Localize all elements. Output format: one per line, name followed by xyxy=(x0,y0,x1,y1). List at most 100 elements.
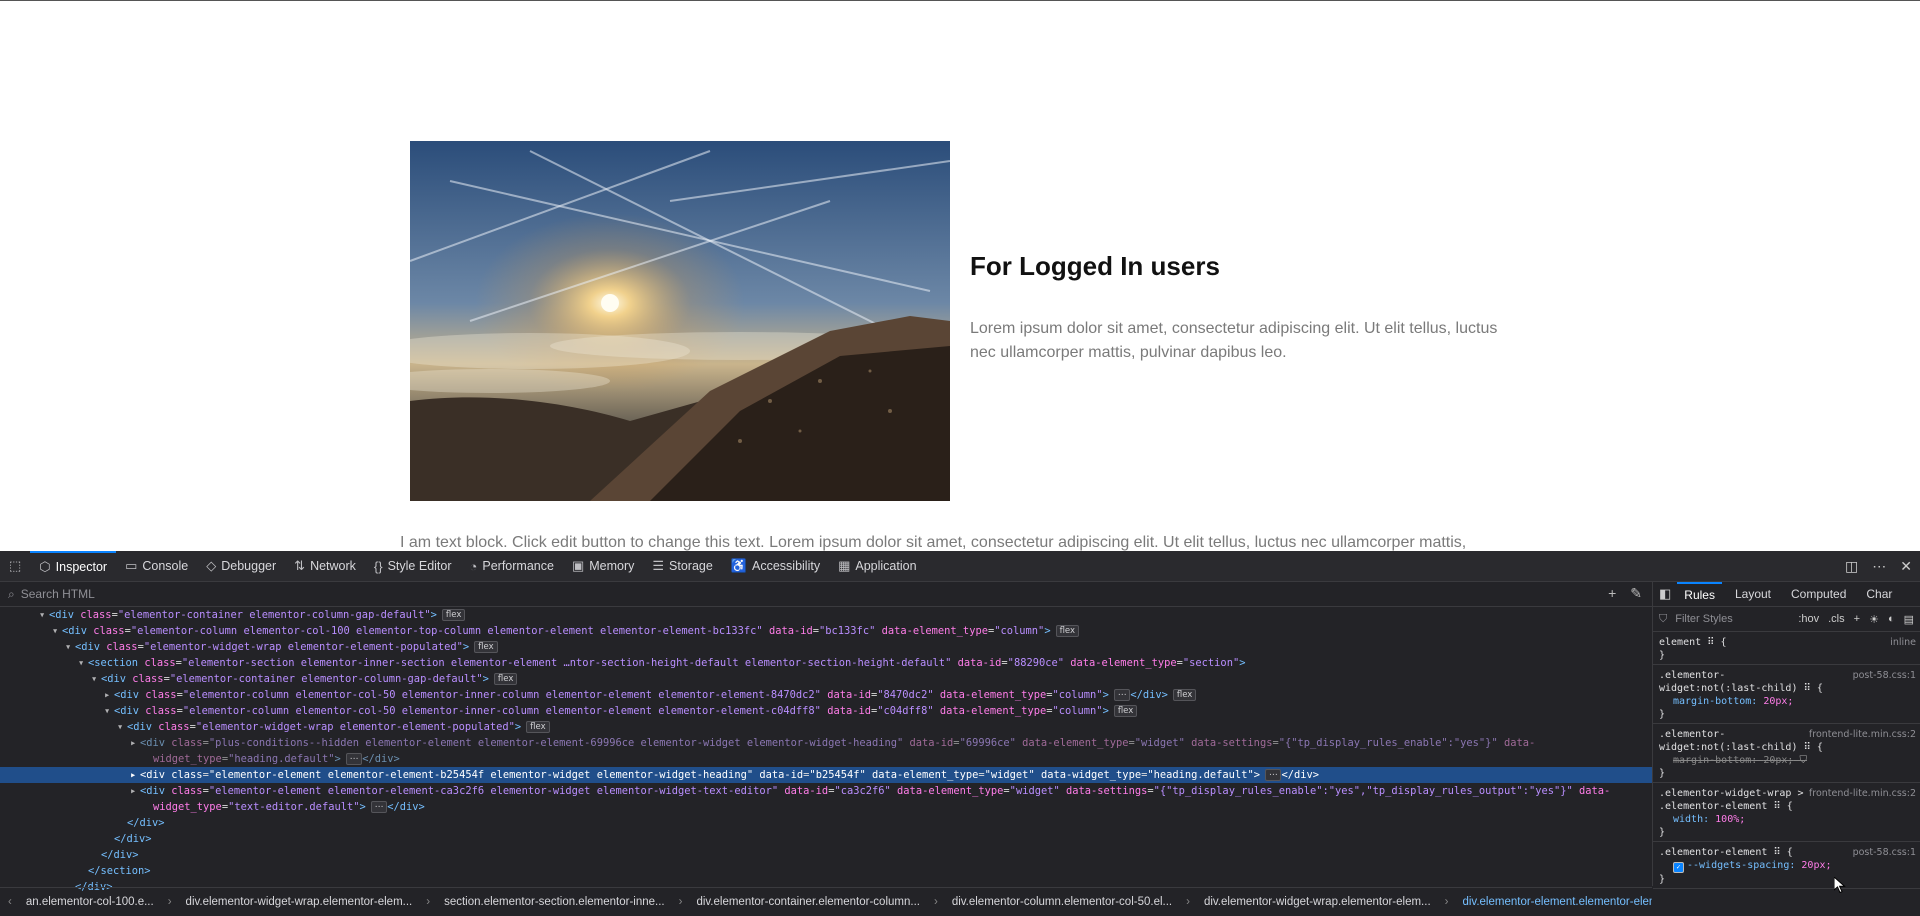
filter-styles-input[interactable]: Filter Styles xyxy=(1675,613,1732,625)
declaration-checkbox[interactable]: ✓ xyxy=(1673,862,1684,873)
close-icon[interactable]: ✕ xyxy=(1900,558,1912,575)
tab-storage[interactable]: ☰ Storage xyxy=(643,551,721,581)
rules-panel: ◧ Rules Layout Computed Char ⛉ Filter St… xyxy=(1653,582,1920,916)
search-input[interactable]: Search HTML xyxy=(21,587,95,601)
tree-node[interactable]: ▾ <section class="elementor-section eleme… xyxy=(0,655,1652,671)
tab-console[interactable]: ▭ Console xyxy=(116,551,197,581)
flex-badge[interactable]: flex xyxy=(1172,689,1197,701)
breadcrumb-item[interactable]: section.elementor-section.elementor-inne… xyxy=(444,896,665,908)
tree-node[interactable]: widget_type="text-editor.default"> ⋯ </div… xyxy=(0,799,1652,815)
rule-source-link[interactable]: post-58.css:1 xyxy=(1853,669,1916,682)
hov-toggle[interactable]: :hov xyxy=(1798,613,1819,626)
collapsed-children-badge[interactable]: ⋯ xyxy=(1264,769,1282,781)
collapsed-children-badge[interactable]: ⋯ xyxy=(1113,689,1131,701)
collapsed-twisty-icon[interactable]: ▸ xyxy=(130,767,140,783)
element-picker-button[interactable]: ⬚ xyxy=(0,551,30,581)
tree-node[interactable]: ▸ <div class="plus-conditions--hidden ele… xyxy=(0,735,1652,751)
tree-node[interactable]: ▾ <div class="elementor-widget-wrap eleme… xyxy=(0,639,1652,655)
search-html-bar[interactable]: ⌕ Search HTML + ✎ xyxy=(0,582,1652,607)
selected-tree-node[interactable]: ▸ <div class="elementor-element elementor… xyxy=(0,767,1652,783)
dock-icon[interactable]: ◫ xyxy=(1845,558,1858,575)
tab-memory[interactable]: ▣ Memory xyxy=(563,551,643,581)
add-rule-icon[interactable]: + xyxy=(1854,613,1860,626)
tree-node[interactable]: ▾ <div class="elementor-container element… xyxy=(0,671,1652,687)
tab-performance[interactable]: ◔ Performance xyxy=(461,551,563,581)
tab-application[interactable]: ▦ Application xyxy=(829,551,925,581)
rule-close-brace: } xyxy=(1659,874,1666,885)
breadcrumb-item[interactable]: div.elementor-container.elementor-column… xyxy=(696,896,920,908)
rule-declaration[interactable]: width: 100%; xyxy=(1659,813,1914,826)
rule-selector[interactable]: element ⠿ { xyxy=(1659,636,1824,649)
expanded-twisty-icon[interactable]: ▾ xyxy=(65,639,75,655)
breadcrumb-item[interactable]: div.elementor-widget-wrap.elementor-elem… xyxy=(1204,896,1431,908)
toolbar-right-actions: ◫ ⋯ ✕ xyxy=(1845,551,1912,581)
print-media-icon[interactable]: ▤ xyxy=(1904,613,1914,626)
flex-badge[interactable]: flex xyxy=(493,673,518,685)
light-mode-icon[interactable]: ☀ xyxy=(1869,613,1879,626)
tree-node[interactable]: widget_type="heading.default"> ⋯ </div> xyxy=(0,751,1652,767)
rule-declaration[interactable]: margin-bottom: 20px; ⛉ xyxy=(1659,754,1914,767)
tree-node[interactable]: </div> xyxy=(0,847,1652,863)
tree-node[interactable]: ▾ <div class="elementor-column elementor-… xyxy=(0,703,1652,719)
tree-node[interactable]: ▾ <div class="elementor-container element… xyxy=(0,607,1652,623)
tree-node[interactable]: ▾ <div class="elementor-column elementor-… xyxy=(0,623,1652,639)
breadcrumb-item[interactable]: div.elementor-element.elementor-element-… xyxy=(1462,896,1652,908)
collapsed-children-badge[interactable]: ⋯ xyxy=(345,753,363,765)
search-icon: ⌕ xyxy=(8,586,15,601)
more-options-icon[interactable]: ⋯ xyxy=(1872,558,1886,575)
tab-debugger[interactable]: ◇ Debugger xyxy=(197,551,285,581)
filter-icon[interactable]: ⛉ xyxy=(1793,755,1807,766)
quote: " xyxy=(945,657,952,669)
expanded-twisty-icon[interactable]: ▾ xyxy=(117,719,127,735)
tab-computed[interactable]: Computed xyxy=(1784,582,1853,606)
breadcrumb-item[interactable]: div.elementor-column.elementor-col-50.el… xyxy=(952,896,1172,908)
breadcrumb-scroll-left-icon[interactable]: ‹ xyxy=(8,896,12,908)
flex-badge[interactable]: flex xyxy=(474,641,498,653)
cls-toggle[interactable]: .cls xyxy=(1828,613,1845,626)
tree-node[interactable]: ▾ <div class="elementor-widget-wrap eleme… xyxy=(0,719,1652,735)
collapsed-children-badge[interactable]: ⋯ xyxy=(370,801,388,813)
collapsed-twisty-icon[interactable]: ▸ xyxy=(104,687,114,703)
sidebar-toggle-icon[interactable]: ◧ xyxy=(1659,586,1671,602)
flex-badge[interactable]: flex xyxy=(441,609,466,621)
tree-node[interactable]: </section> xyxy=(0,863,1652,879)
attr-name: data-id xyxy=(759,769,804,781)
flex-badge[interactable]: flex xyxy=(1113,705,1138,717)
rule-selector[interactable]: .elementor-widget:not(:last-child) ⠿ { xyxy=(1659,728,1824,754)
tab-style-editor[interactable]: {} Style Editor xyxy=(365,551,461,581)
rule-selector[interactable]: .elementor-widget-wrap > .elementor-elem… xyxy=(1659,787,1824,813)
expanded-twisty-icon[interactable]: ▾ xyxy=(91,671,101,687)
expanded-twisty-icon[interactable]: ▾ xyxy=(104,703,114,719)
tab-layout[interactable]: Layout xyxy=(1728,582,1778,606)
collapsed-twisty-icon[interactable]: ▸ xyxy=(130,783,140,799)
tab-inspector[interactable]: ⬡ Inspector xyxy=(30,551,117,581)
rule-selector[interactable]: .elementor-element ⠿ { xyxy=(1659,846,1824,859)
flex-badge[interactable]: flex xyxy=(526,721,550,733)
dark-mode-icon[interactable]: ◐ xyxy=(1888,613,1895,626)
tree-node[interactable]: </div> xyxy=(0,831,1652,847)
rule-selector[interactable]: .elementor-widget:not(:last-child) ⠿ { xyxy=(1659,669,1824,695)
rule-source-link[interactable]: frontend-lite.min.css:2 xyxy=(1809,728,1916,741)
rule-declaration[interactable]: ✓ --widgets-spacing: 20px; xyxy=(1659,859,1914,873)
tab-rules[interactable]: Rules xyxy=(1677,582,1722,606)
expanded-twisty-icon[interactable]: ▾ xyxy=(78,655,88,671)
tree-node[interactable]: ▸ <div class="elementor-column elementor-… xyxy=(0,687,1652,703)
rule-source-link[interactable]: inline xyxy=(1890,636,1916,649)
breadcrumb-item[interactable]: div.elementor-widget-wrap.elementor-elem… xyxy=(186,896,413,908)
flex-badge[interactable]: flex xyxy=(1055,625,1080,637)
tree-node[interactable]: ▸ <div class="elementor-element elementor… xyxy=(0,783,1652,799)
tab-changes[interactable]: Char xyxy=(1859,582,1899,606)
tab-network[interactable]: ⇅ Network xyxy=(285,551,365,581)
rule-declaration[interactable]: margin-bottom: 20px; xyxy=(1659,695,1914,708)
expanded-twisty-icon[interactable]: ▾ xyxy=(39,607,49,623)
breadcrumb-item[interactable]: an.elementor-col-100.e... xyxy=(26,896,154,908)
tab-accessibility[interactable]: ♿ Accessibility xyxy=(722,551,829,581)
rule-source-link[interactable]: frontend-lite.min.css:2 xyxy=(1809,787,1916,800)
tree-node[interactable]: </div> xyxy=(0,815,1652,831)
rule-source-link[interactable]: post-58.css:1 xyxy=(1853,846,1916,859)
add-node-icon[interactable]: + xyxy=(1608,585,1616,602)
eyedropper-icon[interactable]: ✎ xyxy=(1630,585,1642,602)
expanded-twisty-icon[interactable]: ▾ xyxy=(52,623,62,639)
collapsed-twisty-icon[interactable]: ▸ xyxy=(130,735,140,751)
quote: " xyxy=(1009,737,1016,749)
